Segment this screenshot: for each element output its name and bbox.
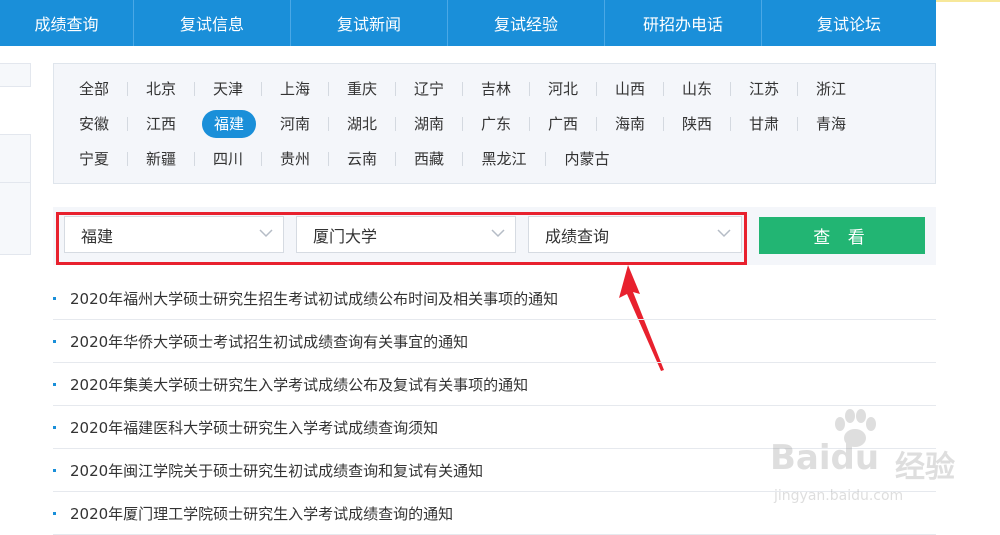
region-hunan[interactable]: 湖南 xyxy=(406,110,452,138)
region-shaanxi[interactable]: 陕西 xyxy=(674,110,720,138)
region-henan[interactable]: 河南 xyxy=(272,110,318,138)
divider xyxy=(663,117,664,131)
divider xyxy=(194,152,195,166)
bullet-icon xyxy=(53,296,56,300)
divider xyxy=(596,117,597,131)
region-neimenggu[interactable]: 内蒙古 xyxy=(556,145,618,173)
divider xyxy=(462,117,463,131)
region-shandong[interactable]: 山东 xyxy=(674,75,720,103)
nav-item-retest-info[interactable]: 复试信息 xyxy=(134,0,291,46)
region-beijing[interactable]: 北京 xyxy=(138,75,184,103)
divider xyxy=(395,152,396,166)
divider xyxy=(328,152,329,166)
divider xyxy=(797,117,798,131)
divider xyxy=(194,82,195,96)
nav-item-retest-news[interactable]: 复试新闻 xyxy=(291,0,448,46)
region-xizang[interactable]: 西藏 xyxy=(406,145,452,173)
bullet-icon xyxy=(53,339,56,343)
region-all[interactable]: 全部 xyxy=(71,75,117,103)
region-guangdong[interactable]: 广东 xyxy=(473,110,519,138)
region-gansu[interactable]: 甘肃 xyxy=(741,110,787,138)
watermark-brand: 经验 xyxy=(895,450,955,485)
nav-item-score-query[interactable]: 成绩查询 xyxy=(0,0,134,46)
divider xyxy=(127,82,128,96)
bullet-icon xyxy=(53,511,56,515)
region-jilin[interactable]: 吉林 xyxy=(473,75,519,103)
list-item[interactable]: 2020年集美大学硕士研究生入学考试成绩公布及复试有关事项的通知 xyxy=(53,363,936,406)
bullet-icon xyxy=(53,425,56,429)
sidebar-fragment xyxy=(0,63,31,87)
divider xyxy=(261,82,262,96)
region-liaoning[interactable]: 辽宁 xyxy=(406,75,452,103)
region-tianjin[interactable]: 天津 xyxy=(205,75,251,103)
divider xyxy=(127,152,128,166)
region-qinghai[interactable]: 青海 xyxy=(808,110,854,138)
top-accent-strip xyxy=(936,0,1000,2)
divider xyxy=(395,117,396,131)
news-title[interactable]: 2020年福州大学硕士研究生招生考试初试成绩公布时间及相关事项的通知 xyxy=(70,288,558,309)
divider xyxy=(127,117,128,131)
region-chongqing[interactable]: 重庆 xyxy=(339,75,385,103)
divider xyxy=(462,152,463,166)
news-title[interactable]: 2020年华侨大学硕士考试招生初试成绩查询有关事宜的通知 xyxy=(70,331,468,352)
news-title[interactable]: 2020年福建医科大学硕士研究生入学考试成绩查询须知 xyxy=(70,417,438,438)
region-panel: 全部 北京 天津 上海 重庆 辽宁 吉林 河北 山西 山东 江苏 浙江 安徽 江… xyxy=(53,63,936,184)
nav-item-admission-phone[interactable]: 研招办电话 xyxy=(605,0,762,46)
nav-item-retest-forum[interactable]: 复试论坛 xyxy=(762,0,936,46)
divider xyxy=(730,117,731,131)
region-fujian-selected[interactable]: 福建 xyxy=(202,110,256,138)
divider xyxy=(328,117,329,131)
news-title[interactable]: 2020年厦门理工学院硕士研究生入学考试成绩查询的通知 xyxy=(70,503,453,524)
divider xyxy=(663,82,664,96)
region-hubei[interactable]: 湖北 xyxy=(339,110,385,138)
region-hainan[interactable]: 海南 xyxy=(607,110,653,138)
watermark-url: jingyan.baidu.com xyxy=(774,488,904,504)
view-button[interactable]: 查 看 xyxy=(759,217,925,254)
region-hebei[interactable]: 河北 xyxy=(540,75,586,103)
divider xyxy=(529,82,530,96)
sidebar-fragment xyxy=(0,134,31,255)
region-anhui[interactable]: 安徽 xyxy=(71,110,117,138)
nav-item-retest-experience[interactable]: 复试经验 xyxy=(448,0,605,46)
news-title[interactable]: 2020年闽江学院关于硕士研究生初试成绩查询和复试有关通知 xyxy=(70,460,483,481)
region-yunnan[interactable]: 云南 xyxy=(339,145,385,173)
divider xyxy=(797,82,798,96)
divider xyxy=(395,82,396,96)
divider xyxy=(545,152,546,166)
divider xyxy=(462,82,463,96)
news-title[interactable]: 2020年集美大学硕士研究生入学考试成绩公布及复试有关事项的通知 xyxy=(70,374,528,395)
region-guizhou[interactable]: 贵州 xyxy=(272,145,318,173)
bullet-icon xyxy=(53,468,56,472)
divider xyxy=(261,152,262,166)
bullet-icon xyxy=(53,382,56,386)
highlight-frame xyxy=(56,212,747,265)
region-zhejiang[interactable]: 浙江 xyxy=(808,75,854,103)
divider xyxy=(529,117,530,131)
list-item[interactable]: 2020年华侨大学硕士考试招生初试成绩查询有关事宜的通知 xyxy=(53,320,936,363)
region-sichuan[interactable]: 四川 xyxy=(205,145,251,173)
region-heilongjiang[interactable]: 黑龙江 xyxy=(473,145,535,173)
top-nav: 成绩查询 复试信息 复试新闻 复试经验 研招办电话 复试论坛 xyxy=(0,0,936,46)
region-shanxi[interactable]: 山西 xyxy=(607,75,653,103)
region-ningxia[interactable]: 宁夏 xyxy=(71,145,117,173)
baidu-jingyan-watermark: Baidu 经验 jingyan.baidu.com xyxy=(770,408,980,518)
region-shanghai[interactable]: 上海 xyxy=(272,75,318,103)
list-item[interactable]: 2020年福州大学硕士研究生招生考试初试成绩公布时间及相关事项的通知 xyxy=(53,277,936,320)
region-xinjiang[interactable]: 新疆 xyxy=(138,145,184,173)
divider xyxy=(328,82,329,96)
region-jiangxi[interactable]: 江西 xyxy=(138,110,184,138)
watermark-logo: Baidu xyxy=(770,438,880,478)
divider xyxy=(730,82,731,96)
region-guangxi[interactable]: 广西 xyxy=(540,110,586,138)
region-jiangsu[interactable]: 江苏 xyxy=(741,75,787,103)
divider xyxy=(596,82,597,96)
